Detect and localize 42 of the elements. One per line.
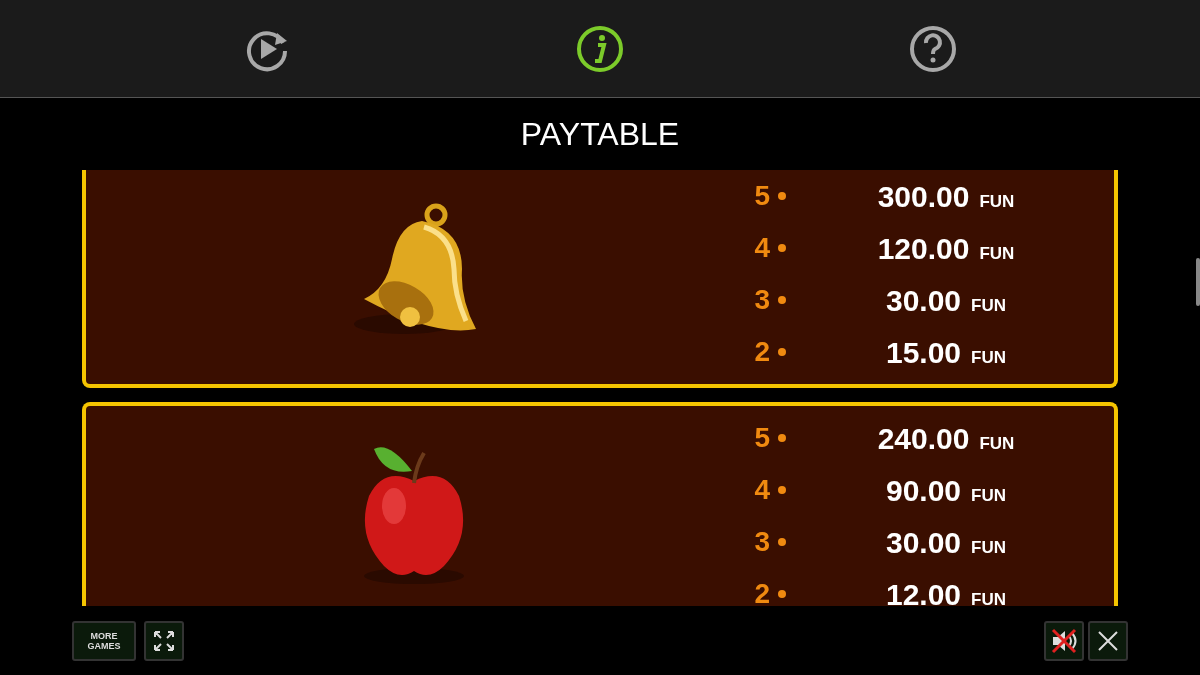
payout-amount: 15.00: [886, 334, 962, 371]
payout-amount: 30.00: [886, 524, 962, 561]
currency-label: FUN: [971, 294, 1006, 317]
payout-amount: 240.00: [877, 420, 970, 457]
currency-label: FUN: [971, 588, 1006, 606]
symbol-count: 5: [753, 179, 770, 213]
bullet-icon: [778, 348, 786, 356]
bullet-icon: [778, 538, 786, 546]
payout-amount: 120.00: [877, 230, 970, 267]
fullscreen-button[interactable]: [144, 620, 184, 661]
payout-amount: 300.00: [877, 178, 970, 215]
close-icon: [1096, 628, 1120, 653]
currency-label: FUN: [979, 242, 1015, 265]
currency-label: FUN: [979, 190, 1015, 213]
currency-label: FUN: [971, 536, 1006, 559]
symbol-count: 4: [753, 231, 770, 265]
payout-amount: 30.00: [886, 282, 962, 319]
symbol-count: 3: [753, 283, 770, 317]
symbol-count: 4: [753, 473, 770, 507]
currency-label: FUN: [979, 432, 1015, 455]
sound-button[interactable]: [1044, 620, 1084, 661]
symbol-count: 5: [753, 421, 770, 455]
payout-amount: 12.00: [886, 576, 962, 606]
page-title: PAYTABLE: [520, 115, 680, 154]
bullet-icon: [778, 296, 786, 304]
currency-label: FUN: [971, 484, 1006, 507]
symbol-count: 3: [753, 525, 770, 559]
symbol-count: 2: [753, 577, 770, 606]
bullet-icon: [778, 192, 786, 200]
bullet-icon: [778, 434, 786, 442]
help-icon: [909, 24, 958, 73]
info-icon: [576, 24, 624, 73]
symbol-count: 2: [753, 335, 770, 369]
bullet-icon: [778, 244, 786, 252]
close-button[interactable]: [1088, 620, 1128, 661]
bullet-icon: [778, 590, 786, 598]
more-games-button[interactable]: MORE GAMES: [72, 620, 136, 661]
bullet-icon: [778, 486, 786, 494]
scrollbar-thumb[interactable]: [1196, 258, 1200, 306]
payout-amount: 90.00: [886, 472, 962, 509]
expand-icon: [152, 628, 176, 653]
currency-label: FUN: [971, 346, 1006, 369]
